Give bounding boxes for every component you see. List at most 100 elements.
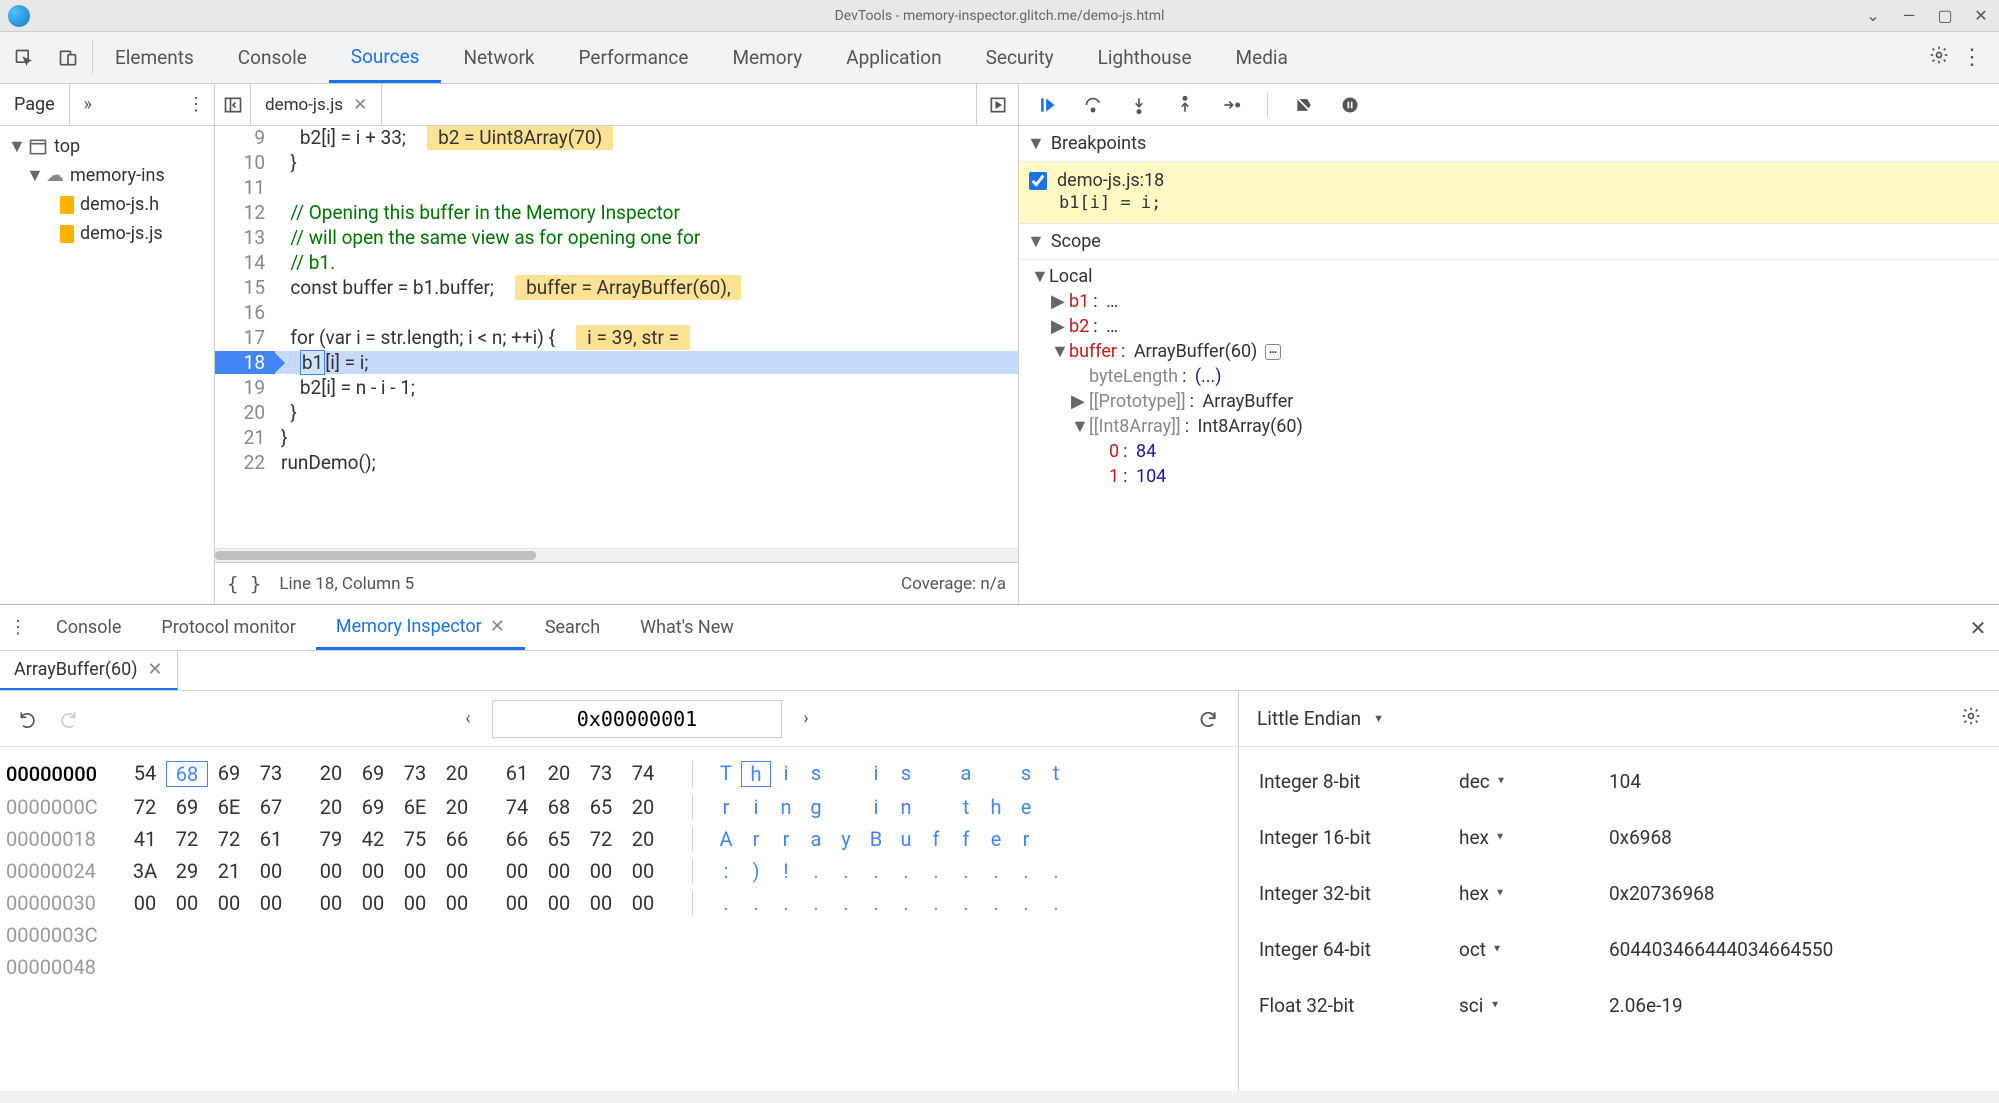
hex-byte[interactable]: 74 <box>496 795 538 819</box>
ascii-char[interactable]: . <box>831 891 861 915</box>
hex-byte[interactable]: 79 <box>310 827 352 851</box>
scope-variable[interactable]: ▶[[Prototype]]: ArrayBuffer <box>1019 389 1999 414</box>
display-mode-select[interactable]: dec <box>1459 770 1506 793</box>
ascii-char[interactable]: . <box>861 891 891 915</box>
ascii-char[interactable]: . <box>981 891 1011 915</box>
ascii-char[interactable]: . <box>801 891 831 915</box>
hex-byte[interactable]: 00 <box>166 891 208 915</box>
display-mode-select[interactable]: hex <box>1459 882 1505 905</box>
ascii-char[interactable]: a <box>801 827 831 851</box>
sidebar-menu-button[interactable]: ⋮ <box>178 84 214 125</box>
panel-tab-media[interactable]: Media <box>1214 32 1310 83</box>
hex-byte[interactable]: 00 <box>580 859 622 883</box>
hex-byte[interactable]: 20 <box>310 761 352 787</box>
hex-byte[interactable]: 00 <box>496 859 538 883</box>
pause-on-exceptions-button[interactable] <box>1334 89 1366 121</box>
ascii-char[interactable]: T <box>711 761 741 787</box>
panel-tab-console[interactable]: Console <box>216 32 329 83</box>
panel-tab-security[interactable]: Security <box>964 32 1076 83</box>
ascii-char[interactable]: a <box>951 761 981 787</box>
hex-byte[interactable]: 61 <box>496 761 538 787</box>
ascii-char[interactable]: . <box>861 859 891 883</box>
ascii-char[interactable]: i <box>741 795 771 819</box>
hex-byte[interactable]: 00 <box>310 859 352 883</box>
drawer-tab-memory-inspector[interactable]: Memory Inspector✕ <box>316 605 525 650</box>
scope-variable[interactable]: byteLength: (...) <box>1019 364 1999 389</box>
ascii-char[interactable] <box>921 761 951 787</box>
ascii-char[interactable]: . <box>1011 859 1041 883</box>
ascii-char[interactable] <box>1041 795 1071 819</box>
ascii-char[interactable]: . <box>711 891 741 915</box>
ascii-char[interactable]: h <box>981 795 1011 819</box>
hex-byte[interactable]: 73 <box>580 761 622 787</box>
ascii-char[interactable]: f <box>951 827 981 851</box>
ascii-char[interactable]: i <box>861 761 891 787</box>
ascii-char[interactable]: . <box>1041 891 1071 915</box>
ascii-char[interactable]: n <box>771 795 801 819</box>
hex-byte[interactable]: 00 <box>310 891 352 915</box>
close-window-button[interactable]: ✕ <box>1963 0 1999 32</box>
hex-byte[interactable]: 20 <box>436 795 478 819</box>
scope-variable[interactable]: ▼buffer: ArrayBuffer(60)⋯ <box>1019 339 1999 364</box>
close-buffer-tab-button[interactable]: ✕ <box>148 659 163 680</box>
hex-byte[interactable]: 00 <box>394 891 436 915</box>
ascii-char[interactable] <box>831 795 861 819</box>
sidebar-more-tabs[interactable]: » <box>70 84 106 125</box>
ascii-char[interactable]: i <box>771 761 801 787</box>
hex-byte[interactable]: 00 <box>436 859 478 883</box>
pretty-print-button[interactable]: { } <box>227 573 261 595</box>
ascii-char[interactable]: . <box>921 891 951 915</box>
display-mode-select[interactable]: hex <box>1459 826 1505 849</box>
ascii-char[interactable] <box>921 795 951 819</box>
ascii-char[interactable]: r <box>711 795 741 819</box>
display-mode-select[interactable]: sci <box>1459 994 1500 1017</box>
ascii-char[interactable]: e <box>981 827 1011 851</box>
step-over-button[interactable] <box>1077 89 1109 121</box>
hex-byte[interactable]: 21 <box>208 859 250 883</box>
panel-tab-network[interactable]: Network <box>441 32 556 83</box>
hex-byte[interactable]: 72 <box>166 827 208 851</box>
hex-byte[interactable]: 65 <box>580 795 622 819</box>
hex-byte[interactable]: 68 <box>166 761 208 787</box>
close-drawer-button[interactable]: ✕ <box>1957 605 1999 650</box>
scope-variable[interactable]: ▶b1: … <box>1019 289 1999 314</box>
ascii-char[interactable] <box>1041 827 1071 851</box>
deactivate-breakpoints-button[interactable] <box>1288 89 1320 121</box>
drawer-tab-what-s-new[interactable]: What's New <box>620 605 754 650</box>
breakpoints-section-header[interactable]: ▼ Breakpoints <box>1019 126 1999 162</box>
ascii-char[interactable]: . <box>741 891 771 915</box>
hex-byte[interactable]: 00 <box>394 859 436 883</box>
ascii-char[interactable]: . <box>801 859 831 883</box>
device-toolbar-button[interactable] <box>52 42 84 74</box>
display-mode-select[interactable]: oct <box>1459 938 1502 961</box>
hex-byte[interactable]: 75 <box>394 827 436 851</box>
hex-byte[interactable]: 73 <box>394 761 436 787</box>
hex-byte[interactable]: 69 <box>166 795 208 819</box>
ascii-char[interactable] <box>981 761 1011 787</box>
value-settings-button[interactable] <box>1961 706 1981 731</box>
hex-byte[interactable]: 6E <box>208 795 250 819</box>
hex-byte[interactable]: 54 <box>124 761 166 787</box>
ascii-char[interactable]: : <box>711 859 741 883</box>
sidebar-tab-page[interactable]: Page <box>0 84 70 125</box>
ascii-char[interactable]: h <box>741 761 771 787</box>
scope-variable[interactable]: ▼[[Int8Array]]: Int8Array(60) <box>1019 414 1999 439</box>
scope-local-header[interactable]: ▼Local <box>1019 264 1999 289</box>
ascii-char[interactable]: . <box>1011 891 1041 915</box>
source-code-view[interactable]: 9 b2[i] = i + 33; b2 = Uint8Array(70) 10… <box>215 126 1018 548</box>
ascii-char[interactable]: s <box>891 761 921 787</box>
panel-tab-performance[interactable]: Performance <box>557 32 711 83</box>
reveal-in-memory-icon[interactable]: ⋯ <box>1265 344 1280 360</box>
hex-grid[interactable]: 00000000546869732069732061207374This is … <box>0 747 1238 1091</box>
hex-byte[interactable]: 69 <box>352 795 394 819</box>
ascii-char[interactable]: . <box>1041 859 1071 883</box>
ascii-char[interactable]: s <box>1011 761 1041 787</box>
ascii-char[interactable]: s <box>801 761 831 787</box>
ascii-char[interactable]: u <box>891 827 921 851</box>
step-out-button[interactable] <box>1169 89 1201 121</box>
scope-variable[interactable]: 1: 104 <box>1019 464 1999 489</box>
drawer-tab-protocol-monitor[interactable]: Protocol monitor <box>141 605 316 650</box>
ascii-char[interactable]: r <box>741 827 771 851</box>
ascii-char[interactable]: B <box>861 827 891 851</box>
hex-byte[interactable]: 69 <box>208 761 250 787</box>
